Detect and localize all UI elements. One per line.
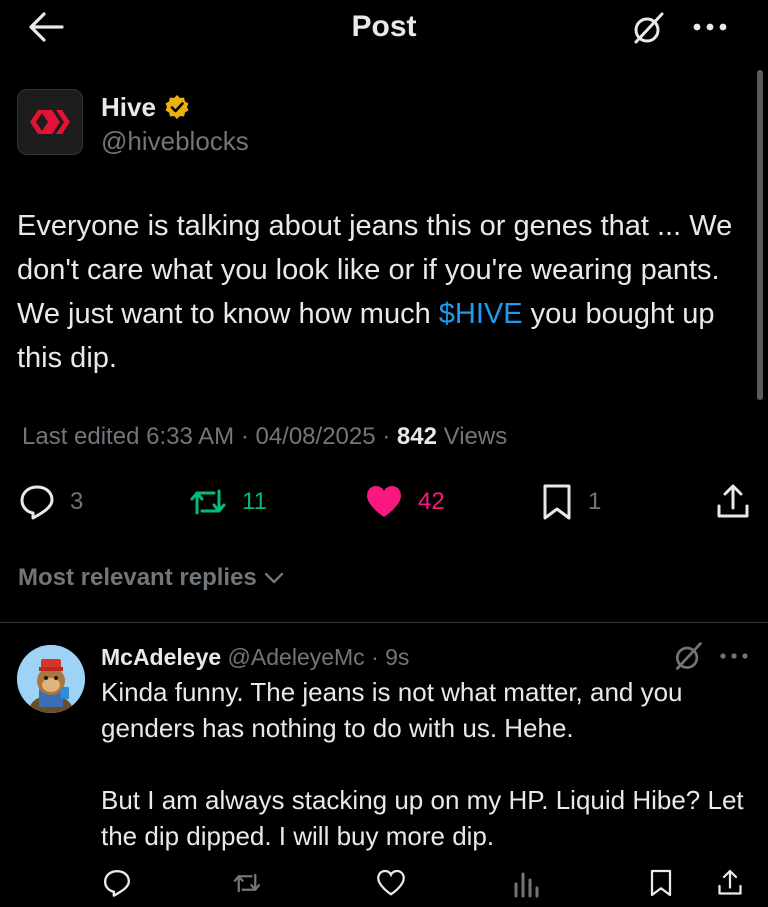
hive-logo bbox=[30, 110, 70, 134]
grok-icon bbox=[634, 12, 664, 44]
more-horizontal-icon bbox=[693, 23, 727, 31]
bookmark-icon bbox=[543, 484, 571, 520]
reply-views-button[interactable] bbox=[512, 866, 540, 900]
reply-icon bbox=[20, 485, 54, 520]
reply-grok-button[interactable] bbox=[672, 640, 704, 672]
repost-icon bbox=[233, 873, 261, 893]
reply-avatar[interactable] bbox=[17, 645, 85, 713]
bookmark-button[interactable]: 1 bbox=[540, 482, 601, 522]
author-handle[interactable]: @hiveblocks bbox=[101, 126, 249, 157]
post-text: Everyone is talking about jeans this or … bbox=[17, 204, 752, 380]
reply-header: McAdeleye @AdeleyeMc · 9s bbox=[101, 644, 409, 671]
reply-sort-dropdown[interactable]: Most relevant replies bbox=[18, 564, 285, 592]
like-count: 42 bbox=[418, 488, 445, 515]
reply-icon bbox=[103, 869, 131, 897]
heart-icon bbox=[377, 869, 405, 896]
more-horizontal-icon bbox=[720, 653, 748, 659]
views-label: Views bbox=[436, 423, 508, 450]
reply-count: 3 bbox=[70, 488, 84, 515]
more-options-button[interactable] bbox=[690, 10, 730, 44]
scrollbar[interactable] bbox=[757, 70, 763, 400]
share-icon bbox=[718, 869, 742, 895]
reply-more-button[interactable] bbox=[718, 646, 750, 666]
like-button[interactable]: 42 bbox=[364, 482, 445, 522]
heart-filled-icon bbox=[367, 486, 401, 517]
views-count: 842 bbox=[396, 423, 437, 450]
repost-icon bbox=[190, 489, 226, 515]
bookmark-icon bbox=[650, 869, 672, 897]
chevron-down-icon bbox=[264, 572, 283, 584]
reply-text: Kinda funny. The jeans is not what matte… bbox=[101, 677, 744, 851]
reply-like-button[interactable] bbox=[376, 866, 406, 900]
reply-reply-button[interactable] bbox=[102, 866, 132, 900]
divider bbox=[0, 622, 768, 623]
repost-button[interactable]: 11 bbox=[188, 482, 267, 522]
reply-share-button[interactable] bbox=[716, 866, 744, 900]
bookmark-count: 1 bbox=[588, 488, 602, 515]
share-icon bbox=[717, 484, 749, 518]
views-bar-chart-icon bbox=[514, 872, 539, 898]
monkey-avatar-image bbox=[17, 645, 85, 713]
author-name[interactable]: Hive bbox=[101, 92, 156, 123]
top-bar: Post bbox=[0, 0, 768, 58]
verified-badge-icon bbox=[165, 95, 189, 119]
repost-count: 11 bbox=[242, 488, 267, 515]
reply-bookmark-button[interactable] bbox=[648, 866, 674, 900]
grok-icon bbox=[676, 642, 702, 670]
reply-author-handle[interactable]: @AdeleyeMc · 9s bbox=[221, 644, 410, 670]
author-avatar[interactable] bbox=[17, 89, 83, 155]
share-button[interactable] bbox=[715, 482, 751, 522]
reply-author-name[interactable]: McAdeleye bbox=[101, 644, 221, 670]
grok-button[interactable] bbox=[630, 10, 666, 46]
post-meta: Last edited 6:33 AM · 04/08/2025 · 842 V… bbox=[22, 423, 507, 451]
cashtag-link[interactable]: $HIVE bbox=[439, 298, 523, 330]
reply-repost-button[interactable] bbox=[232, 866, 262, 900]
edited-timestamp[interactable]: Last edited 6:33 AM · 04/08/2025 · bbox=[22, 423, 397, 450]
reply-button[interactable]: 3 bbox=[18, 482, 83, 522]
reply-sort-label: Most relevant replies bbox=[18, 564, 257, 591]
